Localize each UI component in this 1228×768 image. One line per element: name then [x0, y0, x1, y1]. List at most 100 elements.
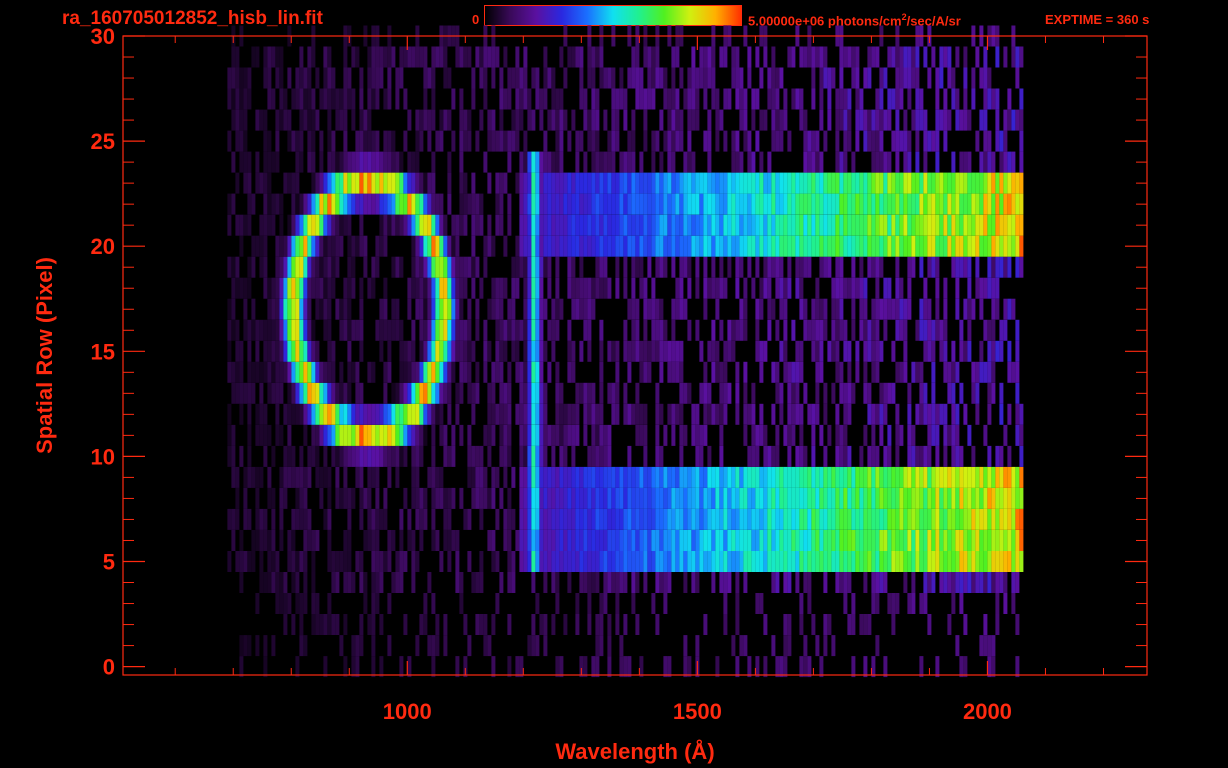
heatmap-cell: [735, 572, 740, 593]
heatmap-cell: [651, 298, 656, 320]
heatmap-cell: [959, 445, 964, 467]
heatmap-cell: [803, 530, 808, 551]
heatmap-cell: [895, 256, 900, 278]
heatmap-cell: [475, 319, 480, 341]
heatmap-cell: [627, 235, 632, 257]
heatmap-cell: [851, 382, 856, 404]
heatmap-cell: [771, 109, 776, 131]
heatmap-cell: [383, 130, 388, 152]
heatmap-cell: [559, 172, 564, 194]
heatmap-cell: [347, 256, 352, 278]
heatmap-cell: [835, 172, 840, 194]
heatmap-cell: [467, 340, 472, 362]
heatmap-cell: [615, 614, 620, 635]
heatmap-cell: [847, 530, 852, 551]
heatmap-cell: [895, 424, 900, 446]
heatmap-cell: [891, 193, 896, 215]
heatmap-cell: [791, 46, 796, 68]
heatmap-cell: [795, 530, 800, 551]
heatmap-cell: [903, 130, 908, 152]
heatmap-cell: [291, 298, 296, 320]
heatmap-cell: [899, 530, 904, 551]
heatmap-cell: [799, 593, 804, 614]
heatmap-cell: [591, 193, 596, 215]
heatmap-cell: [783, 635, 788, 657]
heatmap-cell: [831, 551, 836, 572]
heatmap-cell: [311, 614, 316, 635]
heatmap-cell: [371, 172, 376, 194]
heatmap-cell: [507, 530, 512, 551]
heatmap-cell: [651, 593, 656, 614]
heatmap-cell: [959, 551, 964, 572]
heatmap-cell: [399, 508, 404, 530]
heatmap-cell: [523, 382, 528, 404]
heatmap-cell: [567, 508, 572, 530]
heatmap-cell: [603, 593, 608, 614]
heatmap-cell: [707, 403, 712, 425]
heatmap-cell: [991, 466, 996, 488]
heatmap-cell: [271, 572, 276, 593]
heatmap-cell: [519, 214, 524, 236]
heatmap-cell: [279, 193, 284, 215]
heatmap-cell: [335, 487, 340, 509]
heatmap-cell: [847, 487, 852, 509]
heatmap-cell: [391, 172, 396, 194]
heatmap-cell: [535, 508, 540, 530]
heatmap-cell: [703, 172, 708, 194]
heatmap-cell: [883, 572, 888, 593]
heatmap-cell: [539, 382, 544, 404]
heatmap-cell: [959, 256, 964, 278]
heatmap-cell: [871, 340, 876, 362]
heatmap-cell: [227, 340, 232, 362]
heatmap-cell: [283, 593, 288, 614]
heatmap-cell: [607, 656, 612, 678]
heatmap-cell: [935, 445, 940, 467]
heatmap-cell: [691, 403, 696, 425]
heatmap-cell: [763, 109, 768, 131]
heatmap-cell: [371, 88, 376, 110]
heatmap-cell: [723, 214, 728, 236]
heatmap-cell: [531, 466, 536, 488]
heatmap-cell: [515, 361, 520, 383]
heatmap-cell: [711, 235, 716, 257]
heatmap-cell: [227, 298, 232, 320]
heatmap-cell: [387, 340, 392, 362]
heatmap-cell: [375, 46, 380, 68]
heatmap-cell: [823, 256, 828, 278]
heatmap-cell: [311, 256, 316, 278]
heatmap-cell: [395, 572, 400, 593]
heatmap-cell: [371, 466, 376, 488]
heatmap-cell: [595, 214, 600, 236]
heatmap-cell: [711, 256, 716, 278]
heatmap-cell: [379, 319, 384, 341]
heatmap-cell: [639, 88, 644, 110]
heatmap-cell: [555, 193, 560, 215]
heatmap-cell: [1019, 214, 1024, 236]
heatmap-cell: [627, 214, 632, 236]
heatmap-cell: [687, 235, 692, 257]
heatmap-cell: [919, 361, 924, 383]
heatmap-cell: [307, 130, 312, 152]
heatmap-cell: [719, 109, 724, 131]
heatmap-cell: [779, 109, 784, 131]
heatmap-cell: [619, 67, 624, 89]
heatmap-cell: [843, 382, 848, 404]
heatmap-cell: [719, 172, 724, 194]
heatmap-cell: [703, 530, 708, 551]
heatmap-cell: [563, 214, 568, 236]
heatmap-cell: [555, 151, 560, 173]
heatmap-cell: [943, 319, 948, 341]
heatmap-cell: [291, 88, 296, 110]
heatmap-cell: [623, 256, 628, 278]
heatmap-cell: [679, 214, 684, 236]
heatmap-cell: [275, 361, 280, 383]
heatmap-cell: [531, 382, 536, 404]
heatmap-cell: [767, 277, 772, 299]
heatmap-cell: [295, 256, 300, 278]
heatmap-cell: [639, 487, 644, 509]
heatmap-cell: [343, 551, 348, 572]
heatmap-cell: [719, 424, 724, 446]
heatmap-cell: [567, 572, 572, 593]
heatmap-cell: [459, 130, 464, 152]
heatmap-cell: [287, 403, 292, 425]
